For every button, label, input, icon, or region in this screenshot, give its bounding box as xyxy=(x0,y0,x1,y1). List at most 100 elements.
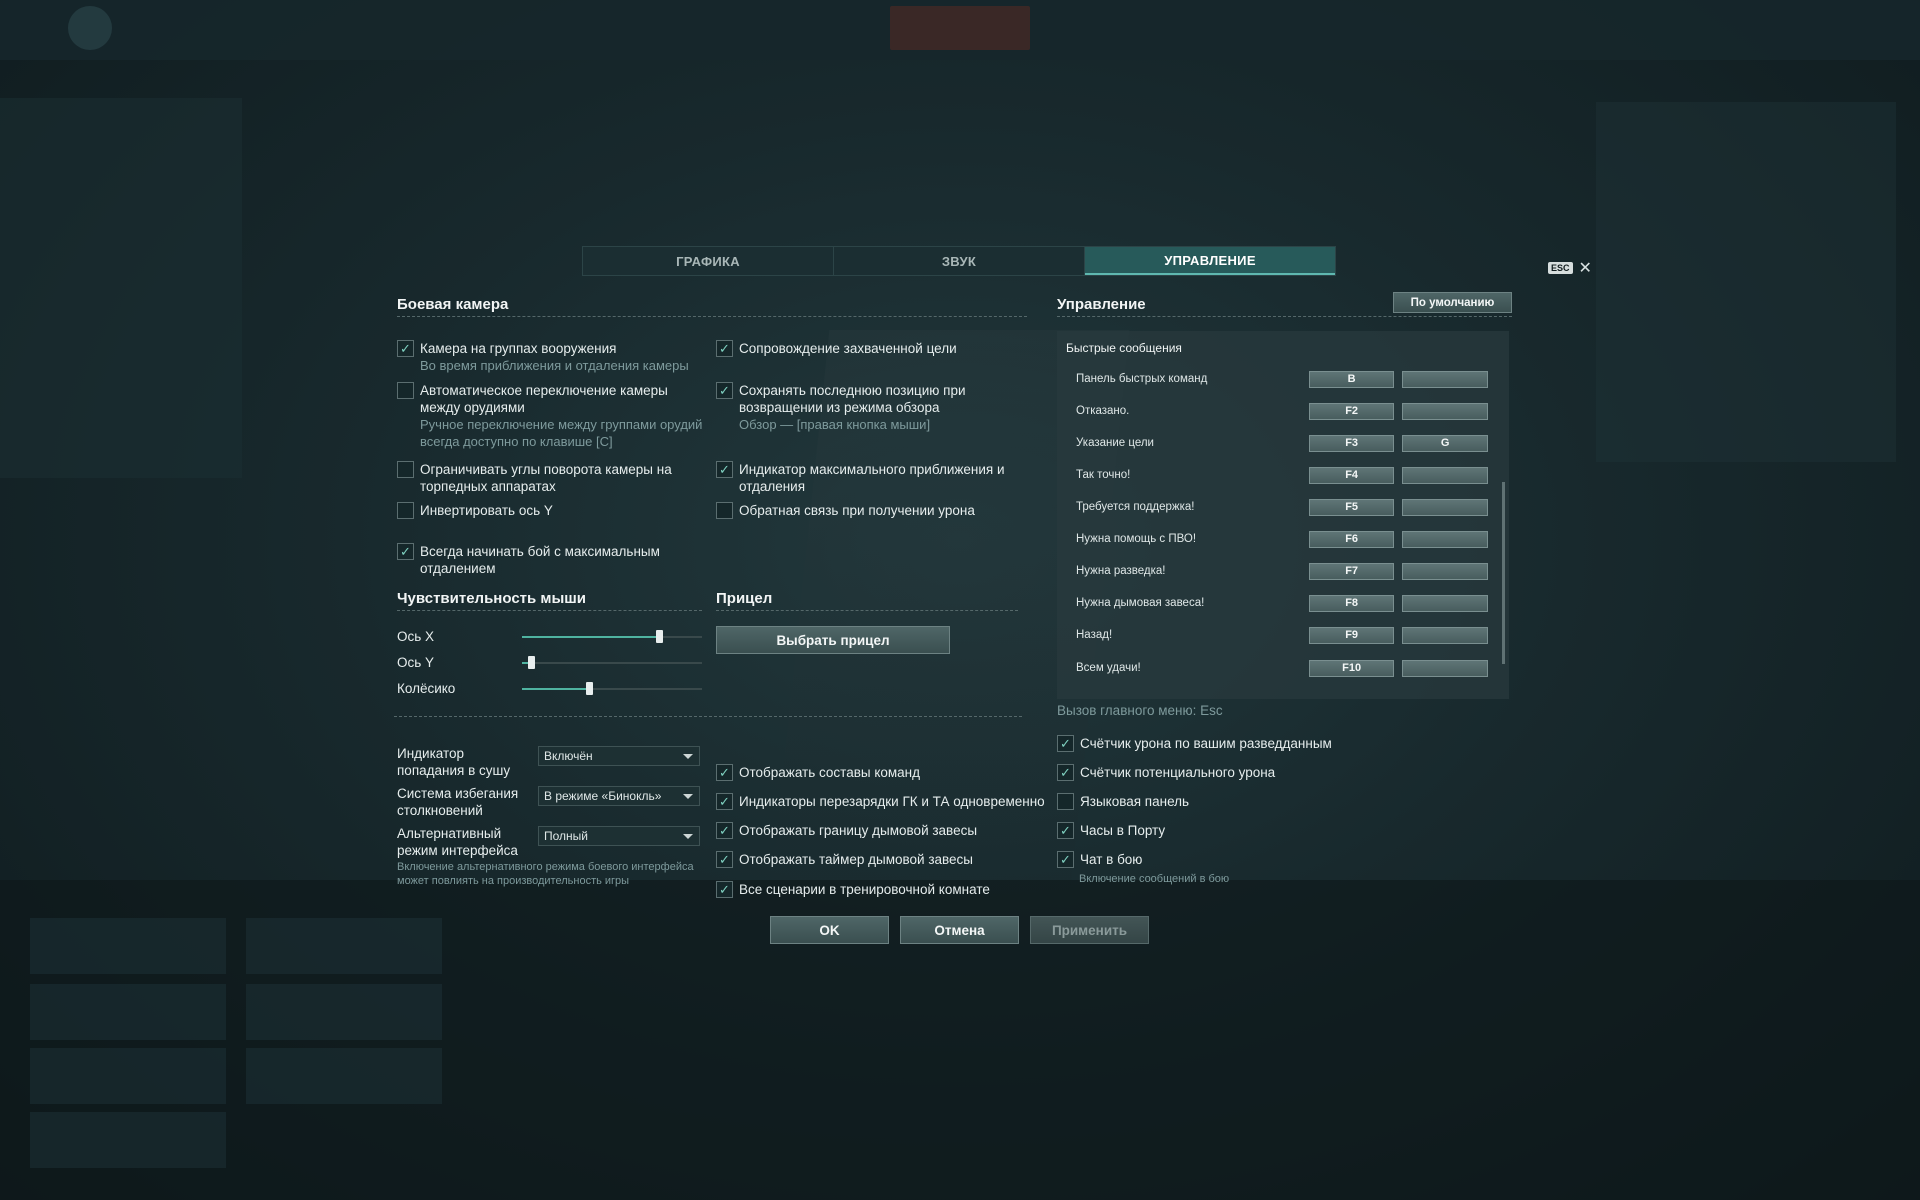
sensitivity-y-slider[interactable] xyxy=(522,656,702,669)
ok-button[interactable]: OK xyxy=(770,916,889,944)
background-ship-card xyxy=(30,984,226,1040)
background-battle-button xyxy=(890,6,1030,50)
checkbox[interactable]: ✓ xyxy=(397,340,414,357)
secondary-key-button[interactable] xyxy=(1402,530,1488,548)
keybind-row: Требуется поддержка! F5 xyxy=(1076,496,1496,518)
display-option[interactable]: ✓ Индикаторы перезарядки ГК и ТА одноврем… xyxy=(716,793,1045,810)
tab-controls[interactable]: УПРАВЛЕНИЕ xyxy=(1085,247,1335,275)
secondary-key-button[interactable] xyxy=(1402,562,1488,580)
land-hit-indicator-select[interactable]: Включён xyxy=(538,746,700,766)
option-label: Всегда начинать бой с максимальным отдал… xyxy=(420,544,660,576)
keybind-row: Нужна помощь с ПВО! F6 xyxy=(1076,528,1496,550)
collision-avoidance-select[interactable]: В режиме «Бинокль» xyxy=(538,786,700,806)
secondary-key-button[interactable]: G xyxy=(1402,434,1488,452)
slider-handle[interactable] xyxy=(528,656,535,669)
camera-option[interactable]: Ограничивать углы поворота камеры на тор… xyxy=(397,461,707,495)
camera-option[interactable]: ✓ Всегда начинать бой с максимальным отд… xyxy=(397,543,707,577)
secondary-key-button[interactable] xyxy=(1402,498,1488,516)
primary-key-button[interactable]: F2 xyxy=(1308,402,1395,420)
keybind-name: Нужна помощь с ПВО! xyxy=(1076,533,1197,545)
primary-key-button[interactable]: F3 xyxy=(1308,434,1395,452)
sensitivity-x-slider[interactable] xyxy=(522,630,702,643)
background-ship-card xyxy=(30,1048,226,1104)
keybind-name: Так точно! xyxy=(1076,469,1131,481)
camera-option[interactable]: Автоматическое переключение камеры между… xyxy=(397,382,707,450)
keybind-name: Панель быстрых команд xyxy=(1076,373,1208,385)
checkbox[interactable]: ✓ xyxy=(716,764,733,781)
option-label: Чат в бою xyxy=(1080,852,1143,867)
background-ship-card xyxy=(246,1048,442,1104)
checkbox[interactable]: ✓ xyxy=(716,340,733,357)
primary-key-button[interactable]: F5 xyxy=(1308,498,1395,516)
sensitivity-wheel-slider[interactable] xyxy=(522,682,702,695)
checkbox[interactable] xyxy=(716,502,733,519)
controls-option[interactable]: Языковая панель xyxy=(1057,793,1189,810)
checkbox[interactable]: ✓ xyxy=(716,822,733,839)
primary-key-button[interactable]: F10 xyxy=(1308,659,1395,677)
controls-option[interactable]: ✓ Счётчик потенциального урона xyxy=(1057,764,1275,781)
background-left-panel xyxy=(0,98,242,478)
primary-key-button[interactable]: B xyxy=(1308,370,1395,388)
controls-option[interactable]: ✓ Счётчик урона по вашим разведданным xyxy=(1057,735,1332,752)
keybind-name: Отказано. xyxy=(1076,405,1130,417)
secondary-key-button[interactable] xyxy=(1402,626,1488,644)
checkbox[interactable] xyxy=(397,382,414,399)
apply-button[interactable]: Применить xyxy=(1030,916,1149,944)
primary-key-button[interactable]: F7 xyxy=(1308,562,1395,580)
divider xyxy=(394,716,1022,717)
slider-handle[interactable] xyxy=(655,630,663,643)
checkbox[interactable]: ✓ xyxy=(716,461,733,478)
display-option[interactable]: ✓ Отображать границу дымовой завесы xyxy=(716,822,977,839)
secondary-key-button[interactable] xyxy=(1402,594,1488,612)
tab-graphics[interactable]: ГРАФИКА xyxy=(583,247,834,275)
checkbox[interactable] xyxy=(397,461,414,478)
secondary-key-button[interactable] xyxy=(1402,370,1488,388)
checkbox[interactable]: ✓ xyxy=(1057,735,1074,752)
checkbox[interactable]: ✓ xyxy=(1057,764,1074,781)
option-hint: Обзор — [правая кнопка мыши] xyxy=(739,417,931,432)
settings-tabs: ГРАФИКА ЗВУК УПРАВЛЕНИЕ xyxy=(582,246,1336,276)
checkbox[interactable]: ✓ xyxy=(397,543,414,560)
checkbox[interactable]: ✓ xyxy=(716,793,733,810)
checkbox[interactable] xyxy=(397,502,414,519)
tab-sound[interactable]: ЗВУК xyxy=(834,247,1085,275)
panel-scrollbar[interactable] xyxy=(1502,482,1505,664)
checkbox[interactable]: ✓ xyxy=(1057,851,1074,868)
choose-sight-button[interactable]: Выбрать прицел xyxy=(716,626,950,654)
camera-option[interactable]: ✓ Сохранять последнюю позицию при возвра… xyxy=(716,382,1016,433)
alt-interface-select[interactable]: Полный xyxy=(538,826,700,846)
sight-section-title: Прицел xyxy=(716,590,773,607)
display-option[interactable]: ✓ Все сценарии в тренировочной комнате xyxy=(716,881,990,898)
primary-key-button[interactable]: F9 xyxy=(1308,626,1395,644)
chevron-down-icon xyxy=(683,834,693,839)
camera-option[interactable]: ✓ Камера на группах вооружения Во время п… xyxy=(397,340,707,374)
secondary-key-button[interactable] xyxy=(1402,466,1488,484)
main-menu-hint: Вызов главного меню: Esc xyxy=(1057,703,1223,718)
keybind-row: Указание цели F3 G xyxy=(1076,432,1496,454)
display-option[interactable]: ✓ Отображать составы команд xyxy=(716,764,920,781)
checkbox[interactable] xyxy=(1057,793,1074,810)
secondary-key-button[interactable] xyxy=(1402,659,1488,677)
controls-option[interactable]: ✓ Чат в бою xyxy=(1057,851,1142,868)
camera-option[interactable]: Обратная связь при получении урона xyxy=(716,502,1036,519)
checkbox[interactable]: ✓ xyxy=(1057,822,1074,839)
keybind-name: Нужна дымовая завеса! xyxy=(1076,597,1205,609)
camera-option[interactable]: ✓ Сопровождение захваченной цели xyxy=(716,340,1036,357)
primary-key-button[interactable]: F8 xyxy=(1308,594,1395,612)
close-icon[interactable]: ✕ xyxy=(1579,258,1592,278)
defaults-button[interactable]: По умолчанию xyxy=(1393,292,1512,313)
cancel-button[interactable]: Отмена xyxy=(900,916,1019,944)
controls-option[interactable]: ✓ Часы в Порту xyxy=(1057,822,1165,839)
display-option[interactable]: ✓ Отображать таймер дымовой завесы xyxy=(716,851,973,868)
checkbox[interactable]: ✓ xyxy=(716,382,733,399)
checkbox[interactable]: ✓ xyxy=(716,851,733,868)
keybind-row: Панель быстрых команд B xyxy=(1076,368,1496,390)
camera-option[interactable]: ✓ Индикатор максимального приближения и … xyxy=(716,461,1016,495)
keybind-name: Указание цели xyxy=(1076,437,1154,449)
checkbox[interactable]: ✓ xyxy=(716,881,733,898)
primary-key-button[interactable]: F4 xyxy=(1308,466,1395,484)
camera-option[interactable]: Инвертировать ось Y xyxy=(397,502,707,519)
primary-key-button[interactable]: F6 xyxy=(1308,530,1395,548)
slider-handle[interactable] xyxy=(585,682,593,695)
secondary-key-button[interactable] xyxy=(1402,402,1488,420)
